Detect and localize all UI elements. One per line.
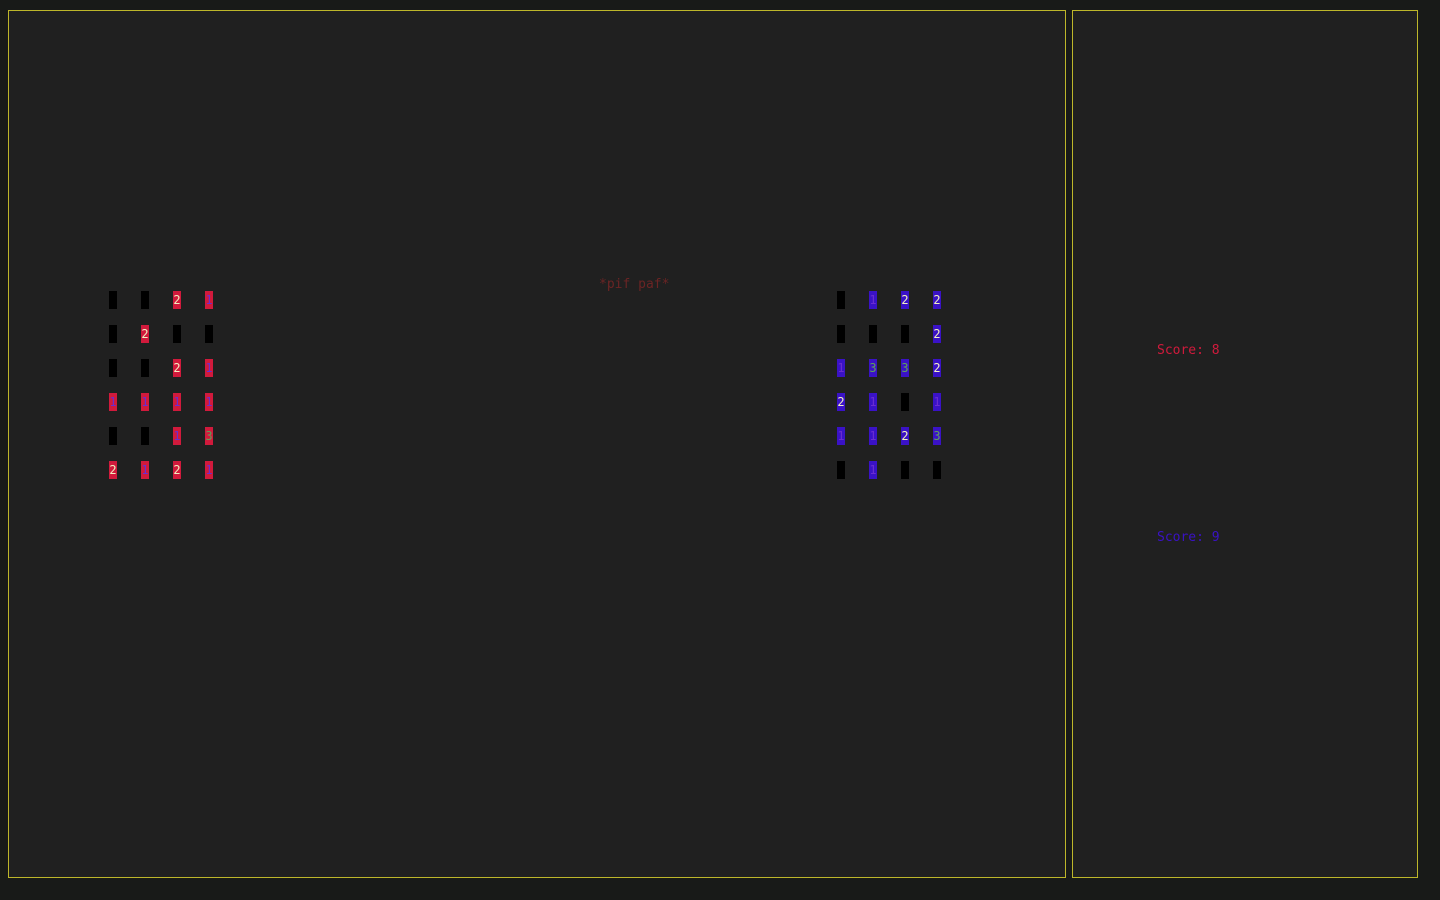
red-cell[interactable]: 2 (173, 291, 181, 309)
red-cell[interactable]: 2 (173, 461, 181, 479)
red-cell[interactable]: 1 (141, 393, 149, 411)
blue-cell[interactable] (837, 325, 845, 343)
blue-cell[interactable] (901, 325, 909, 343)
score-panel: Score: 8 Score: 9 (1072, 10, 1418, 878)
blue-cell[interactable] (837, 461, 845, 479)
blue-cell[interactable]: 3 (869, 359, 877, 377)
red-cell[interactable] (141, 291, 149, 309)
red-cell[interactable] (205, 325, 213, 343)
red-cell[interactable] (109, 325, 117, 343)
red-player-score: Score: 8 (1157, 343, 1220, 358)
effect-text: *pif paf* (599, 277, 670, 292)
red-cell[interactable]: 3 (205, 427, 213, 445)
blue-cell[interactable]: 2 (933, 359, 941, 377)
blue-cell[interactable]: 3 (901, 359, 909, 377)
red-cell[interactable]: 1 (109, 393, 117, 411)
blue-cell[interactable]: 1 (869, 427, 877, 445)
red-cell[interactable] (109, 427, 117, 445)
red-cell[interactable]: 2 (109, 461, 117, 479)
blue-cell[interactable]: 1 (869, 461, 877, 479)
blue-score-label: Score: (1157, 530, 1212, 545)
red-cell[interactable] (141, 427, 149, 445)
blue-cell[interactable]: 1 (869, 291, 877, 309)
game-board-panel: 212211111132121 *pif paf* 12221332211112… (8, 10, 1066, 878)
blue-player-grid: 1 2 2 2 1 3 3 2 2 1 1 1 1 2 3 1 (837, 291, 941, 479)
red-cell[interactable] (109, 291, 117, 309)
blue-cell[interactable]: 1 (837, 427, 845, 445)
blue-cell[interactable]: 1 (837, 359, 845, 377)
blue-cell[interactable]: 2 (933, 325, 941, 343)
red-score-label: Score: (1157, 343, 1212, 358)
red-cell[interactable]: 1 (205, 393, 213, 411)
red-cell[interactable]: 2 (141, 325, 149, 343)
blue-cell[interactable] (837, 291, 845, 309)
blue-cell[interactable]: 3 (933, 427, 941, 445)
blue-cell[interactable]: 1 (869, 393, 877, 411)
blue-cell[interactable]: 2 (837, 393, 845, 411)
red-cell[interactable] (173, 325, 181, 343)
red-cell[interactable]: 1 (205, 291, 213, 309)
red-cell[interactable]: 2 (173, 359, 181, 377)
red-cell[interactable] (109, 359, 117, 377)
blue-cell[interactable] (901, 461, 909, 479)
blue-cell[interactable] (901, 393, 909, 411)
blue-player-score: Score: 9 (1157, 530, 1220, 545)
blue-cell[interactable]: 2 (901, 291, 909, 309)
blue-cell[interactable]: 1 (933, 393, 941, 411)
red-cell[interactable]: 1 (205, 461, 213, 479)
red-cell[interactable]: 1 (173, 427, 181, 445)
red-cell[interactable] (141, 359, 149, 377)
blue-cell[interactable] (933, 461, 941, 479)
red-cell[interactable]: 1 (173, 393, 181, 411)
red-cell[interactable]: 1 (141, 461, 149, 479)
red-player-grid: 2 1 2 2 1 1 1 1 1 1 3 2 1 2 1 (109, 291, 213, 479)
red-cell[interactable]: 1 (205, 359, 213, 377)
red-score-value: 8 (1211, 343, 1220, 358)
blue-score-value: 9 (1211, 530, 1220, 545)
blue-cell[interactable] (869, 325, 877, 343)
blue-cell[interactable]: 2 (901, 427, 909, 445)
blue-cell[interactable]: 2 (933, 291, 941, 309)
